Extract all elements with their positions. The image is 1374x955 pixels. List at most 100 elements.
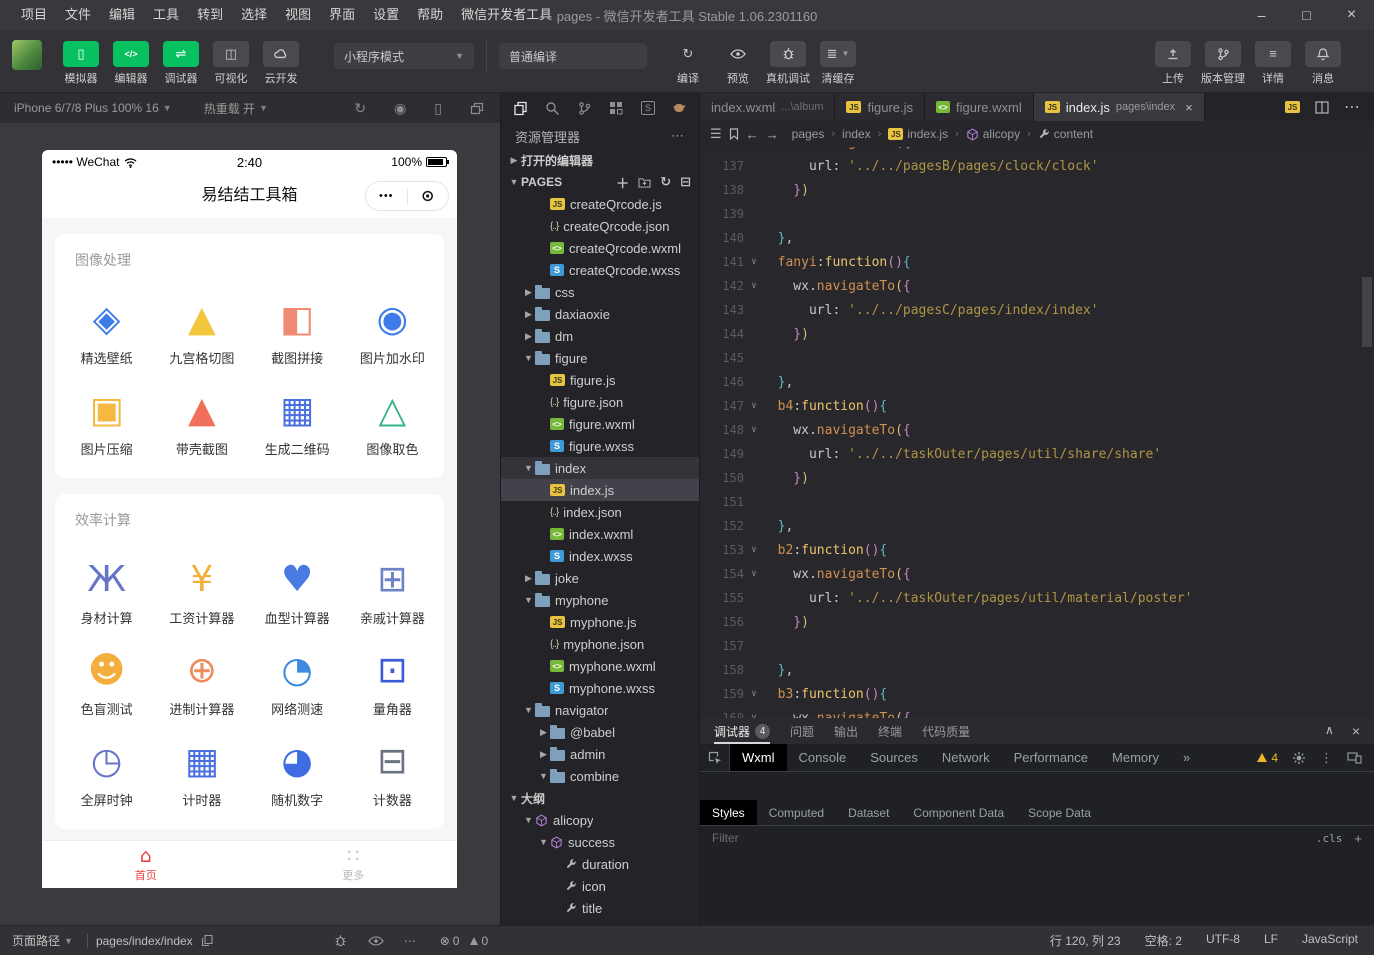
- tool-生成二维码[interactable]: ▦ 生成二维码: [250, 389, 345, 458]
- hot-reload-toggle[interactable]: 热重载 开: [204, 100, 255, 117]
- tree-item-myphone.js[interactable]: JSmyphone.js: [501, 611, 699, 633]
- tree-item-createQrcode.wxml[interactable]: <>createQrcode.wxml: [501, 237, 699, 259]
- tree-item-createQrcode.wxss[interactable]: ScreateQrcode.wxss: [501, 259, 699, 281]
- tree-item-duration[interactable]: duration: [501, 853, 699, 875]
- tool-量角器[interactable]: ⊡ 量角器: [345, 649, 440, 718]
- menu-帮助[interactable]: 帮助: [408, 0, 452, 30]
- 预览-button[interactable]: 预览: [713, 41, 763, 86]
- styles-tab-Styles[interactable]: Styles: [700, 800, 757, 825]
- code-editor[interactable]: 136 ∨ wx.navigateTo({ 137 url: '../../pa…: [700, 147, 1374, 718]
- record-icon[interactable]: ◉: [394, 100, 406, 117]
- tree-item-alicopy[interactable]: ▼ alicopy: [501, 809, 699, 831]
- tree-item-createQrcode.json[interactable]: {..}createQrcode.json: [501, 215, 699, 237]
- tree-item-index.js[interactable]: JSindex.js: [501, 479, 699, 501]
- new-style-rule-button[interactable]: +: [1354, 831, 1362, 846]
- tree-item-figure[interactable]: ▼ figure: [501, 347, 699, 369]
- tree-item-admin[interactable]: ▶ admin: [501, 743, 699, 765]
- close-tab-icon[interactable]: ×: [1185, 100, 1193, 115]
- refresh-icon[interactable]: ↻: [660, 174, 671, 190]
- tool-图像取色[interactable]: △ 图像取色: [345, 389, 440, 458]
- devtools-tab-Memory[interactable]: Memory: [1100, 744, 1171, 771]
- 调试器-button[interactable]: ⇌ 调试器: [156, 41, 206, 86]
- extensions-icon[interactable]: [609, 101, 624, 116]
- encoding[interactable]: UTF-8: [1206, 932, 1240, 949]
- tool-带壳截图[interactable]: ▲ 带壳截图: [154, 389, 249, 458]
- kebab-menu-icon[interactable]: ⋮: [1320, 750, 1333, 766]
- code-line-136[interactable]: 136 ∨ wx.navigateTo({: [700, 147, 1374, 154]
- tree-item-figure.wxss[interactable]: Sfigure.wxss: [501, 435, 699, 457]
- page-path-label[interactable]: 页面路径: [12, 932, 60, 949]
- tool-截图拼接[interactable]: ◧ 截图拼接: [250, 298, 345, 367]
- tool-血型计算器[interactable]: ♥ 血型计算器: [250, 558, 345, 627]
- editor-tab-figure.js[interactable]: JS figure.js: [835, 93, 925, 121]
- compile-mode-select[interactable]: 普通编译: [499, 43, 647, 69]
- fold-chevron-icon[interactable]: ∨: [746, 281, 762, 291]
- tool-九宫格切图[interactable]: ▲ 九宫格切图: [154, 298, 249, 367]
- editor-tab-figure.wxml[interactable]: <> figure.wxml: [925, 93, 1034, 121]
- detach-window-icon[interactable]: [470, 102, 484, 115]
- device-frame-icon[interactable]: ▯: [434, 100, 442, 117]
- code-line-142[interactable]: 142 ∨ wx.navigateTo({: [700, 274, 1374, 298]
- devtools-tab-»[interactable]: »: [1171, 744, 1202, 771]
- fold-chevron-icon[interactable]: ∨: [746, 257, 762, 267]
- inspect-element-icon[interactable]: [700, 744, 730, 771]
- tree-item-joke[interactable]: ▶ joke: [501, 567, 699, 589]
- split-editor-icon[interactable]: [1315, 101, 1329, 114]
- code-line-151[interactable]: 151: [700, 490, 1374, 514]
- toggle-class-button[interactable]: .cls: [1316, 832, 1343, 845]
- tree-item-combine[interactable]: ▼ combine: [501, 765, 699, 787]
- source-control-icon[interactable]: [577, 101, 592, 116]
- tool-计时器[interactable]: ▦ 计时器: [154, 740, 249, 809]
- tool-色盲测试[interactable]: ☻ 色盲测试: [59, 649, 154, 718]
- editor-tab-index.wxml[interactable]: index.wxml ...\album: [700, 93, 835, 121]
- code-line-139[interactable]: 139: [700, 202, 1374, 226]
- bookmark-icon[interactable]: [729, 128, 739, 140]
- code-line-146[interactable]: 146 },: [700, 370, 1374, 394]
- menu-转到[interactable]: 转到: [188, 0, 232, 30]
- outline-section[interactable]: ▼ 大纲: [501, 787, 699, 809]
- code-line-137[interactable]: 137 url: '../../pagesB/pages/clock/clock…: [700, 154, 1374, 178]
- code-line-153[interactable]: 153 ∨ b2:function(){: [700, 538, 1374, 562]
- tree-item-css[interactable]: ▶ css: [501, 281, 699, 303]
- code-line-149[interactable]: 149 url: '../../taskOuter/pages/util/sha…: [700, 442, 1374, 466]
- devtools-tab-Console[interactable]: Console: [787, 744, 859, 771]
- 上传-button[interactable]: 上传: [1148, 41, 1198, 86]
- breadcrumb-item-index.js[interactable]: JSindex.js: [888, 127, 948, 141]
- tree-item-index.wxml[interactable]: <>index.wxml: [501, 523, 699, 545]
- tree-item-index.json[interactable]: {..}index.json: [501, 501, 699, 523]
- snippets-icon[interactable]: S: [641, 101, 655, 115]
- more-actions-icon[interactable]: ⋯: [404, 934, 416, 948]
- 消息-button[interactable]: 消息: [1298, 41, 1348, 86]
- tree-item-title[interactable]: title: [501, 897, 699, 919]
- 编译-button[interactable]: ↻ 编译: [663, 41, 713, 86]
- breadcrumb-item-content[interactable]: content: [1038, 127, 1093, 141]
- menu-设置[interactable]: 设置: [364, 0, 408, 30]
- fold-chevron-icon[interactable]: ∨: [746, 689, 762, 699]
- code-line-140[interactable]: 140 },: [700, 226, 1374, 250]
- restart-icon[interactable]: ↻: [354, 100, 366, 117]
- code-line-141[interactable]: 141 ∨ fanyi:function(){: [700, 250, 1374, 274]
- outline-list-icon[interactable]: ☰: [710, 126, 722, 142]
- toggle-device-toolbar-icon[interactable]: [1347, 751, 1362, 764]
- tool-图片压缩[interactable]: ▣ 图片压缩: [59, 389, 154, 458]
- fold-chevron-icon[interactable]: ∨: [746, 401, 762, 411]
- collapse-panel-icon[interactable]: ∧: [1325, 723, 1334, 739]
- files-icon[interactable]: [513, 101, 528, 116]
- copy-path-icon[interactable]: [201, 934, 213, 947]
- panel-tab-终端[interactable]: 终端: [878, 718, 902, 744]
- debug-icon[interactable]: [333, 934, 348, 947]
- tool-全屏时钟[interactable]: ◷ 全屏时钟: [59, 740, 154, 809]
- plugin-teapot-icon[interactable]: [672, 102, 687, 114]
- tree-item-dm[interactable]: ▶ dm: [501, 325, 699, 347]
- code-line-160[interactable]: 160 ∨ wx.navigateTo({: [700, 706, 1374, 718]
- close-button[interactable]: ×: [1329, 0, 1374, 30]
- 编辑器-button[interactable]: </> 编辑器: [106, 41, 156, 86]
- code-line-152[interactable]: 152 },: [700, 514, 1374, 538]
- code-line-138[interactable]: 138 }): [700, 178, 1374, 202]
- tool-图片加水印[interactable]: ◉ 图片加水印: [345, 298, 440, 367]
- problems-summary[interactable]: ⊗ 0 0: [440, 934, 488, 948]
- styles-tab-Computed[interactable]: Computed: [757, 800, 836, 825]
- cursor-position[interactable]: 行 120, 列 23: [1050, 932, 1121, 949]
- 云开发-button[interactable]: 云开发: [256, 41, 306, 86]
- fold-chevron-icon[interactable]: ∨: [746, 425, 762, 435]
